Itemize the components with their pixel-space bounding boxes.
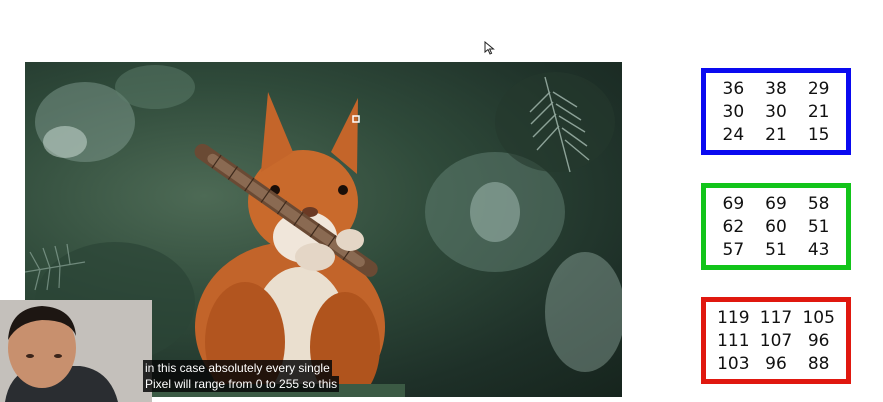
green-channel-matrix: 69 69 58 62 60 51 57 51 43	[701, 183, 851, 270]
matrix-value: 105	[802, 307, 835, 328]
matrix-value: 62	[722, 216, 745, 237]
matrix-value: 119	[717, 307, 750, 328]
presenter-webcam	[0, 300, 152, 402]
matrix-value: 96	[807, 330, 830, 351]
matrix-value: 96	[765, 353, 787, 374]
matrix-value: 107	[759, 330, 793, 351]
mouse-cursor-icon	[484, 41, 495, 55]
matrix-value: 111	[717, 330, 750, 351]
matrix-value: 21	[807, 101, 830, 122]
matrix-value: 69	[722, 193, 745, 214]
caption-line: Pixel will range from 0 to 255 so this	[143, 376, 340, 392]
matrix-value: 57	[722, 239, 745, 260]
matrix-value: 43	[807, 239, 830, 260]
matrix-value: 30	[722, 101, 745, 122]
video-captions: in this case absolutely every single Pix…	[143, 360, 340, 392]
blue-channel-matrix: 36 38 29 30 30 21 24 21 15	[701, 68, 851, 155]
matrix-value: 103	[717, 353, 750, 374]
matrix-value: 15	[807, 124, 830, 145]
caption-line: in this case absolutely every single	[143, 360, 332, 376]
matrix-value: 69	[765, 193, 787, 214]
matrix-value: 60	[765, 216, 787, 237]
matrix-value: 51	[765, 239, 787, 260]
matrix-value: 51	[807, 216, 830, 237]
matrix-value: 36	[722, 78, 745, 99]
matrix-value: 58	[807, 193, 830, 214]
matrix-value: 117	[759, 307, 793, 328]
matrix-value: 24	[722, 124, 745, 145]
matrix-value: 38	[765, 78, 787, 99]
matrix-value: 88	[807, 353, 830, 374]
matrix-value: 29	[807, 78, 830, 99]
matrix-value: 21	[765, 124, 787, 145]
matrix-value: 30	[765, 101, 787, 122]
red-channel-matrix: 119 117 105 111 107 96 103 96 88	[701, 297, 851, 384]
